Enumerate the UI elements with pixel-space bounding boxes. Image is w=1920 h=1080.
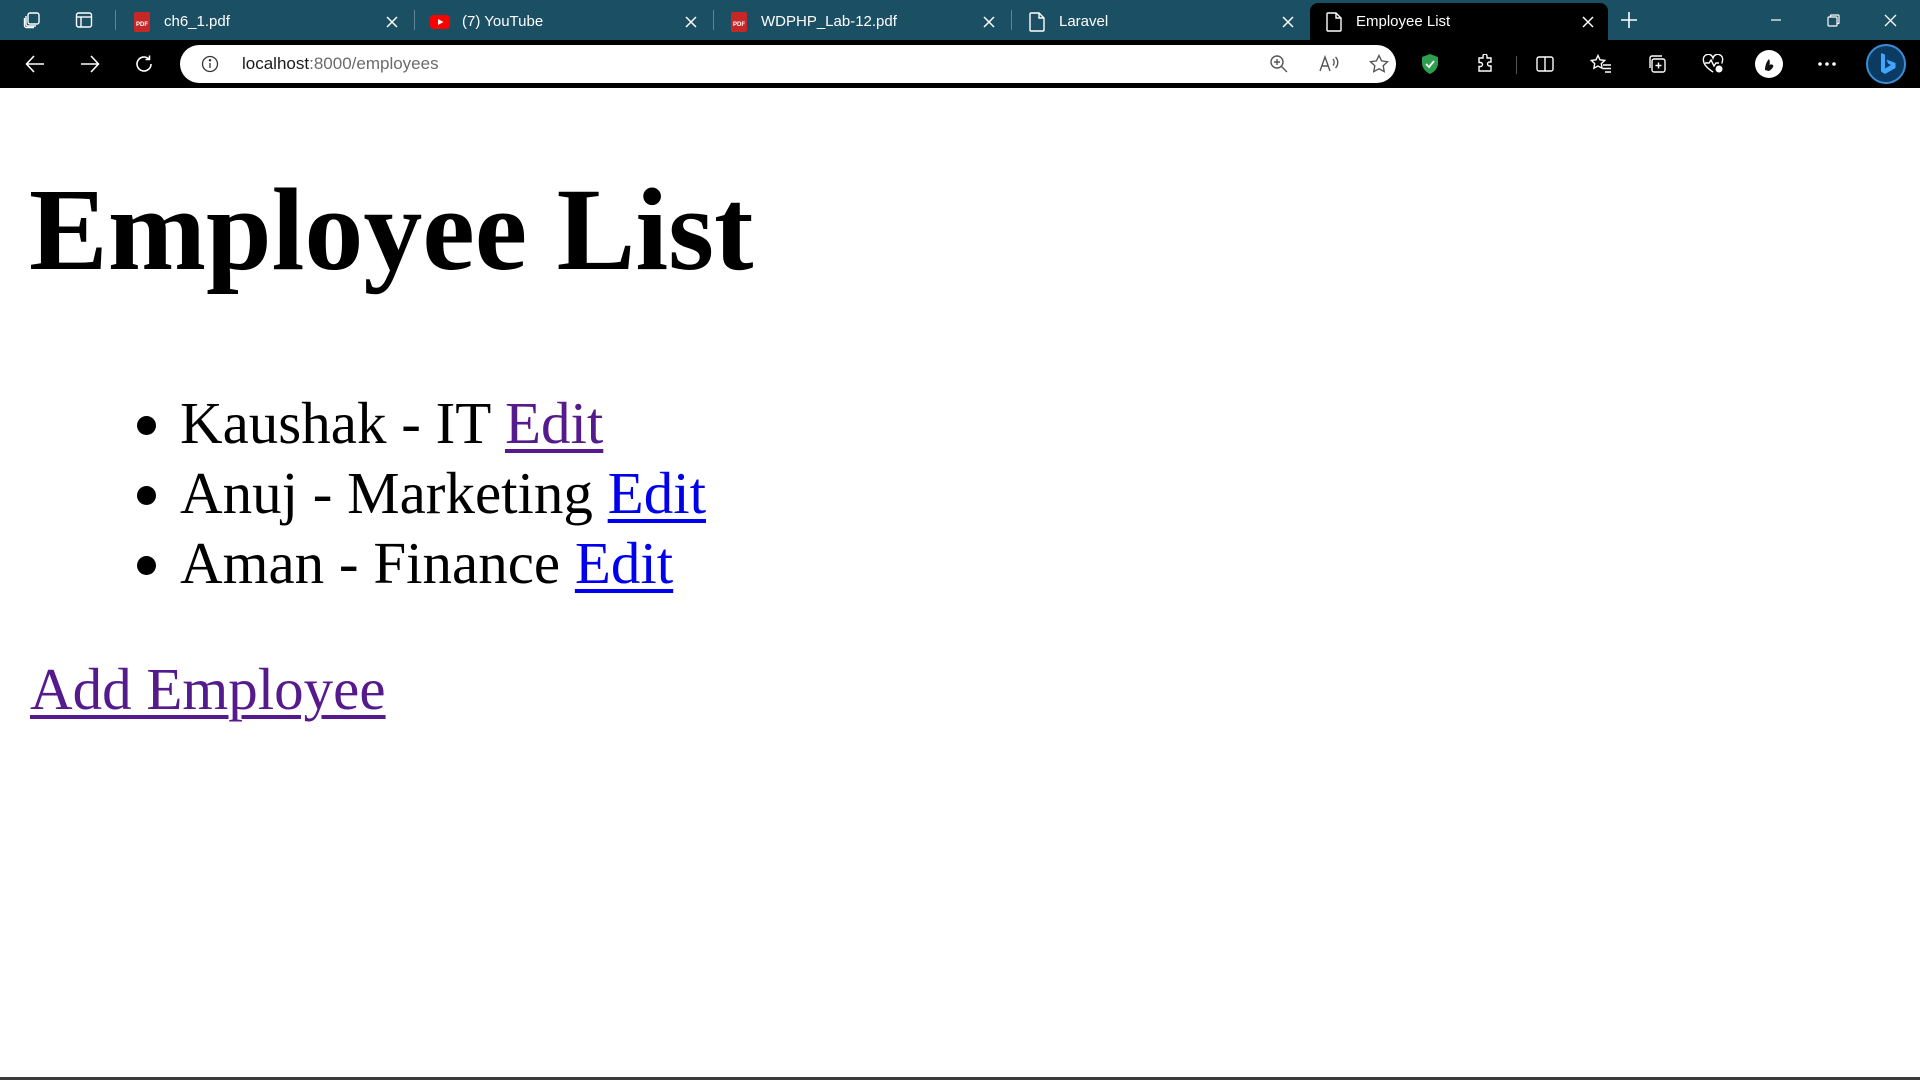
tab-title: ch6_1.pdf [164, 13, 230, 30]
favorites-icon[interactable] [1584, 48, 1618, 80]
favorite-star-icon[interactable] [1364, 49, 1394, 79]
edit-link[interactable]: Edit [505, 390, 603, 456]
list-item: Anuj - Marketing Edit [0, 458, 706, 528]
profile-avatar[interactable] [1752, 48, 1786, 80]
address-bar[interactable]: localhost:8000/employees [180, 45, 1396, 83]
edit-link[interactable]: Edit [575, 530, 673, 596]
tab-ch6-pdf[interactable]: PDF ch6_1.pdf [118, 3, 412, 40]
more-options-icon[interactable] [1810, 48, 1844, 80]
close-tab-icon[interactable] [382, 12, 402, 32]
bing-copilot-icon[interactable] [1866, 44, 1906, 84]
new-tab-icon[interactable] [1614, 5, 1644, 35]
tab-employee-list[interactable]: Employee List [1310, 3, 1608, 40]
split-screen-icon[interactable] [1528, 48, 1562, 80]
back-icon[interactable] [18, 48, 52, 80]
extensions-icon[interactable] [1468, 48, 1502, 80]
youtube-icon [430, 12, 450, 32]
close-tab-icon[interactable] [979, 12, 999, 32]
tab-title: (7) YouTube [462, 13, 544, 30]
tab-title: WDPHP_Lab-12.pdf [761, 13, 897, 30]
svg-text:PDF: PDF [733, 22, 745, 28]
svg-text:PDF: PDF [136, 22, 148, 28]
bullet-icon [137, 556, 156, 575]
minimize-icon[interactable] [1748, 0, 1804, 40]
forward-icon[interactable] [73, 48, 107, 80]
employee-text: Kaushak - IT [180, 390, 491, 456]
employee-text: Anuj - Marketing [180, 460, 593, 526]
list-item: Kaushak - IT Edit [0, 388, 706, 458]
page-content: Employee List Kaushak - IT Edit Anuj - M… [0, 88, 1920, 1076]
workspaces-icon[interactable] [17, 5, 47, 35]
page-icon [1324, 11, 1344, 32]
pdf-icon: PDF [132, 11, 152, 32]
page-title: Employee List [29, 164, 754, 295]
url-host: localhost [242, 54, 310, 73]
close-window-icon[interactable] [1862, 0, 1918, 40]
pdf-icon: PDF [729, 11, 749, 32]
page-icon [1027, 11, 1047, 32]
restore-icon[interactable] [1805, 0, 1861, 40]
employee-list: Kaushak - IT Edit Anuj - Marketing Edit … [0, 388, 706, 598]
site-info-icon[interactable] [200, 54, 220, 74]
tab-title: Employee List [1356, 13, 1451, 30]
tab-laravel[interactable]: Laravel [1013, 3, 1308, 40]
employee-text: Aman - Finance [180, 530, 561, 596]
url-text[interactable]: localhost:8000/employees [242, 45, 439, 83]
close-tab-icon[interactable] [681, 12, 701, 32]
browser-essentials-icon[interactable] [1696, 48, 1730, 80]
shield-extension-icon[interactable] [1413, 48, 1447, 80]
tab-strip: PDF ch6_1.pdf (7) YouTube PDF WDPHP_Lab-… [0, 0, 1920, 40]
tab-actions-icon[interactable] [69, 5, 99, 35]
refresh-icon[interactable] [127, 48, 161, 80]
add-employee-link[interactable]: Add Employee [30, 654, 386, 724]
bullet-icon [137, 486, 156, 505]
list-item: Aman - Finance Edit [0, 528, 706, 598]
bullet-icon [137, 416, 156, 435]
close-tab-icon[interactable] [1278, 12, 1298, 32]
tab-youtube[interactable]: (7) YouTube [416, 3, 711, 40]
zoom-icon[interactable] [1264, 49, 1294, 79]
edit-link[interactable]: Edit [608, 460, 706, 526]
collections-icon[interactable] [1640, 48, 1674, 80]
tab-title: Laravel [1059, 13, 1109, 30]
close-tab-icon[interactable] [1578, 12, 1598, 32]
read-aloud-icon[interactable] [1314, 49, 1344, 79]
url-path: :8000/employees [309, 54, 439, 73]
tab-wdphp-pdf[interactable]: PDF WDPHP_Lab-12.pdf [715, 3, 1009, 40]
browser-toolbar: localhost:8000/employees [0, 40, 1920, 88]
